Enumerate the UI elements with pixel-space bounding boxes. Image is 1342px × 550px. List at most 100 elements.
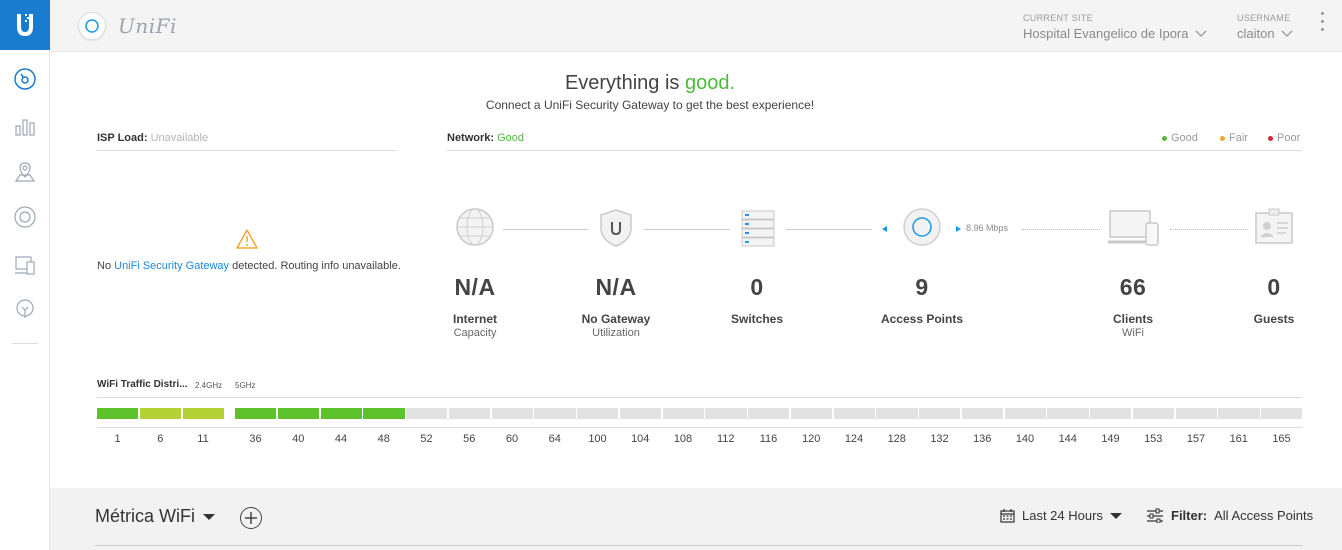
channel-bar-112[interactable] <box>705 408 747 419</box>
statistics-icon[interactable] <box>12 113 38 139</box>
channel-label-100: 100 <box>588 433 607 445</box>
gateway-stat[interactable]: N/A No Gateway Utilization <box>551 274 681 339</box>
channel-bar-52[interactable] <box>406 408 448 419</box>
channel-bar-132[interactable] <box>919 408 961 419</box>
gateway-shield-icon[interactable] <box>598 207 634 249</box>
internet-stat[interactable]: N/A Internet Capacity <box>410 274 540 339</box>
chevron-down-icon <box>1281 30 1293 37</box>
channel-label-40: 40 <box>292 433 305 445</box>
filter-selector[interactable]: Filter: All Access Points <box>1146 508 1313 523</box>
guest-badge-icon[interactable] <box>1254 207 1294 247</box>
guests-stat[interactable]: 0 Guests <box>1209 274 1339 326</box>
channel-label-52: 52 <box>420 433 433 445</box>
more-menu-icon[interactable] <box>1319 12 1325 31</box>
channel-bar-149[interactable] <box>1090 408 1132 419</box>
legend-poor: Poor <box>1268 132 1300 144</box>
wifi-traffic-title: WiFi Traffic Distri... <box>97 379 188 390</box>
legend-poor-label: Poor <box>1277 132 1301 144</box>
channel-label-48: 48 <box>377 433 390 445</box>
warning-icon <box>235 228 259 255</box>
add-metric-button[interactable] <box>240 507 262 529</box>
isp-divider <box>97 150 397 151</box>
time-range-selector[interactable]: Last 24 Hours <box>1000 508 1122 523</box>
metric-selector[interactable]: Métrica WiFi <box>95 506 215 527</box>
channel-bar-108[interactable] <box>662 408 704 419</box>
clients-stat[interactable]: 66 Clients WiFi <box>1068 274 1198 339</box>
channel-bar-128[interactable] <box>876 408 918 419</box>
channel-bar-40[interactable] <box>277 408 319 419</box>
channel-bar-104[interactable] <box>619 408 661 419</box>
band-24-label: 2.4GHz <box>195 381 223 390</box>
internet-value: N/A <box>454 274 496 300</box>
legend-good-dot <box>1162 135 1167 141</box>
throughput-value: 8.96 Mbps <box>966 223 1009 233</box>
channel-axis <box>97 427 1302 428</box>
channel-bar-44[interactable] <box>320 408 362 419</box>
clients-icon[interactable] <box>12 252 38 278</box>
network-label: Network: <box>447 132 495 144</box>
channel-label-108: 108 <box>673 433 693 445</box>
usg-link[interactable]: UniFi Security Gateway <box>114 260 229 272</box>
channel-label-56: 56 <box>463 433 476 445</box>
access-points-stat[interactable]: 9 Access Points <box>857 274 987 326</box>
filter-label: Filter: <box>1171 508 1208 523</box>
channel-bar-120[interactable] <box>790 408 832 419</box>
channel-bar-48[interactable] <box>363 408 405 419</box>
channel-bar-11[interactable] <box>182 408 224 419</box>
clients-devices-icon[interactable] <box>1108 209 1160 247</box>
channel-bar-136[interactable] <box>961 408 1003 419</box>
channel-label-120: 120 <box>802 433 821 445</box>
map-icon[interactable] <box>12 159 38 185</box>
internet-label: Internet <box>452 312 497 326</box>
legend-good-label: Good <box>1171 132 1198 144</box>
no-gateway-suffix: detected. Routing info unavailable. <box>232 260 401 272</box>
channel-bar-140[interactable] <box>1004 408 1046 419</box>
channel-bar-144[interactable] <box>1047 408 1089 419</box>
channel-label-144: 144 <box>1058 433 1077 445</box>
user-selector[interactable]: USERNAME claiton <box>1237 13 1293 41</box>
channel-bar-36[interactable] <box>235 408 277 419</box>
unifi-logo-icon[interactable] <box>78 12 106 40</box>
sidebar <box>0 0 50 550</box>
ubiquiti-logo[interactable] <box>0 0 50 50</box>
channel-label-44: 44 <box>334 433 348 445</box>
channel-bar-161[interactable] <box>1218 408 1260 419</box>
no-gateway-message: No UniFi Security Gateway detected. Rout… <box>97 260 401 272</box>
channel-label-6: 6 <box>157 433 164 445</box>
channel-label-36: 36 <box>249 433 262 445</box>
channel-bar-60[interactable] <box>491 408 533 419</box>
legend-fair: Fair <box>1220 132 1248 144</box>
channel-label-128: 128 <box>887 433 906 445</box>
access-point-icon[interactable] <box>902 207 942 247</box>
devices-icon[interactable] <box>12 204 38 230</box>
channel-bar-153[interactable] <box>1132 408 1174 419</box>
channel-label-149: 149 <box>1101 433 1120 445</box>
legend-good: Good <box>1162 132 1198 144</box>
channel-bar-124[interactable] <box>833 408 875 419</box>
switch-stack-icon[interactable] <box>740 209 776 249</box>
insights-icon[interactable] <box>12 296 38 322</box>
channel-bar-6[interactable] <box>139 408 181 419</box>
channel-label-132: 132 <box>930 433 949 445</box>
no-gateway-prefix: No <box>97 260 112 272</box>
channel-bar-157[interactable] <box>1175 408 1217 419</box>
username-value: claiton <box>1237 26 1275 41</box>
site-selector[interactable]: CURRENT SITE Hospital Evangelico de Ipor… <box>1023 13 1207 41</box>
channel-bar-64[interactable] <box>534 408 576 419</box>
channel-bar-56[interactable] <box>448 408 490 419</box>
globe-icon[interactable] <box>455 207 495 247</box>
channel-bar-100[interactable] <box>577 408 619 419</box>
channel-label-60: 60 <box>505 433 519 445</box>
channel-bar-1[interactable] <box>97 408 139 419</box>
channel-label-153: 153 <box>1144 433 1163 445</box>
metric-title: Métrica WiFi <box>95 506 195 526</box>
channel-bar-116[interactable] <box>748 408 790 419</box>
current-site-label: CURRENT SITE <box>1023 13 1093 23</box>
channel-label-1: 1 <box>114 433 121 445</box>
channel-bar-165[interactable] <box>1261 408 1303 419</box>
switches-stat[interactable]: 0 Switches <box>692 274 822 326</box>
arrow-left-icon <box>882 226 887 232</box>
dashboard-icon[interactable] <box>12 66 38 92</box>
isp-load-title: ISP Load: Unavailable <box>97 132 208 144</box>
link-switch-ap <box>786 229 872 230</box>
